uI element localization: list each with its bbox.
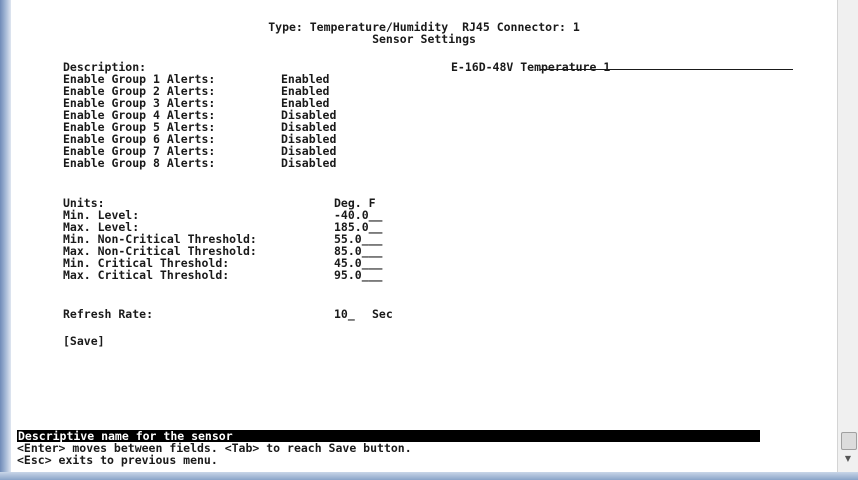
vertical-scrollbar[interactable]: ▼ bbox=[837, 0, 858, 472]
description-field-underline bbox=[540, 69, 793, 70]
alert-group-8-value[interactable]: Disabled bbox=[281, 157, 336, 169]
refresh-rate-label: Refresh Rate: bbox=[63, 307, 154, 321]
window-frame-left bbox=[0, 0, 11, 480]
help-line-esc: <Esc> exits to previous menu. bbox=[17, 453, 218, 467]
max-critical-field[interactable]: 95.0___ bbox=[334, 269, 382, 281]
terminal-screen: Type: Temperature/Humidity RJ45 Connecto… bbox=[11, 0, 837, 472]
refresh-rate-unit: Sec bbox=[372, 307, 393, 321]
window-frame-bottom bbox=[0, 472, 858, 480]
alert-group-8-label: Enable Group 8 Alerts: bbox=[63, 156, 216, 170]
header-sensor-settings: Sensor Settings bbox=[372, 32, 476, 46]
max-critical-label: Max. Critical Threshold: bbox=[63, 268, 230, 282]
description-field[interactable]: E-16D-48V Temperature 1 bbox=[451, 61, 610, 73]
save-button[interactable]: [Save] bbox=[63, 335, 105, 347]
scrollbar-thumb[interactable] bbox=[841, 432, 857, 450]
scroll-down-arrow-icon[interactable]: ▼ bbox=[841, 452, 855, 466]
refresh-rate-field[interactable]: 10_ bbox=[334, 308, 355, 320]
